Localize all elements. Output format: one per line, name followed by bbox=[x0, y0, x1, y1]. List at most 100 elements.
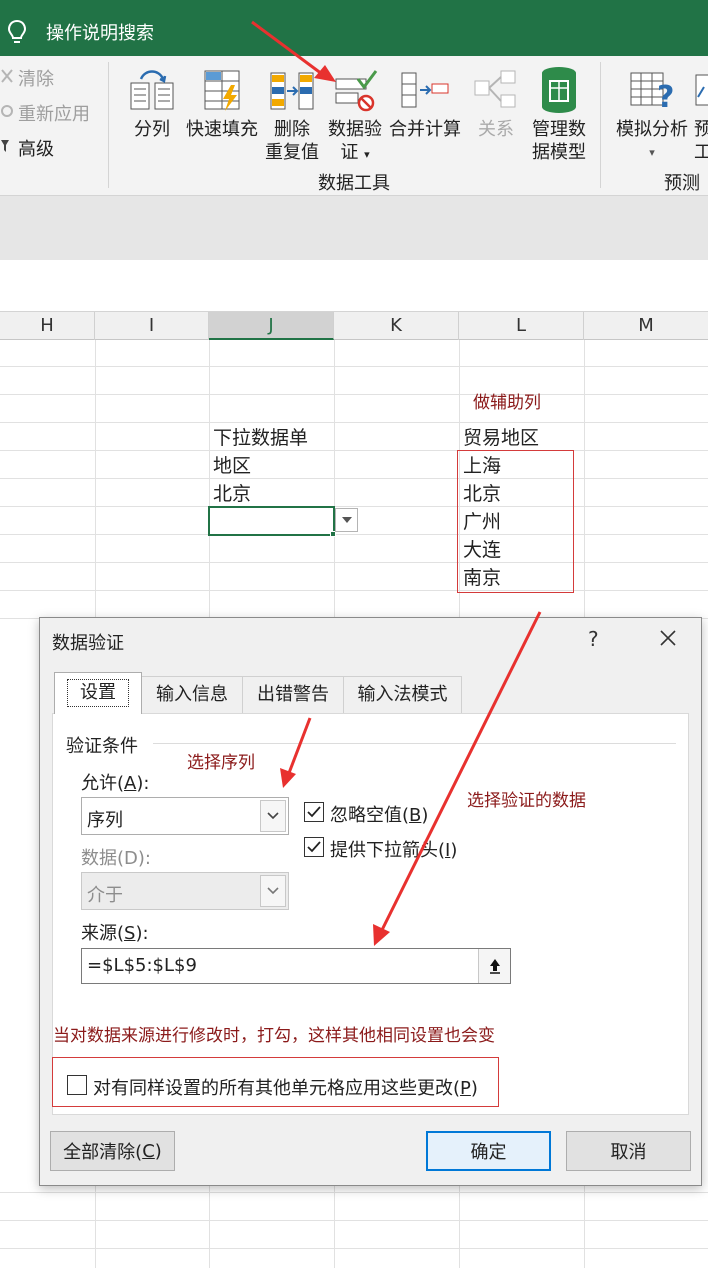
tab-ime-mode[interactable]: 输入法模式 bbox=[343, 676, 462, 714]
checkmark-icon bbox=[307, 806, 321, 818]
data-operator-label: 数据(D): bbox=[81, 848, 151, 869]
grid-line bbox=[0, 1220, 708, 1221]
grid-line bbox=[0, 562, 708, 563]
collapse-dialog-button[interactable] bbox=[478, 949, 510, 983]
flash-fill-button[interactable]: 快速填充 bbox=[184, 62, 260, 141]
manage-data-model-button[interactable]: 管理数 据模型 bbox=[528, 62, 590, 164]
ribbon: 清除 重新应用 高级 分列 快速填充 删除 重复值 数据验 证 ▾ 合并计算 关… bbox=[0, 56, 708, 196]
what-if-analysis-label: 模拟分析 bbox=[616, 119, 688, 140]
active-cell[interactable] bbox=[208, 506, 335, 536]
column-header-j[interactable]: J bbox=[209, 312, 334, 340]
chevron-down-icon bbox=[260, 800, 286, 832]
column-header-h[interactable]: H bbox=[0, 312, 95, 340]
reapply-label: 重新应用 bbox=[18, 104, 90, 125]
allow-select-value: 序列 bbox=[87, 810, 123, 831]
ignore-blank-label[interactable]: 忽略空值(B) bbox=[330, 801, 428, 827]
data-tools-group-label: 数据工具 bbox=[318, 173, 390, 194]
advanced-filter-label: 高级 bbox=[18, 139, 54, 160]
validation-criteria-title: 验证条件 bbox=[66, 736, 138, 757]
what-if-analysis-icon: ? bbox=[612, 62, 692, 118]
cancel-button[interactable]: 取消 bbox=[566, 1131, 691, 1171]
cell-j-region[interactable]: 地区 bbox=[213, 452, 251, 480]
help-button[interactable]: ? bbox=[588, 627, 599, 651]
close-icon bbox=[660, 630, 676, 646]
data-operator-select[interactable]: 介于 bbox=[81, 872, 289, 910]
grid-line bbox=[0, 590, 708, 591]
source-input-value: =$L$5:$L$9 bbox=[87, 955, 197, 976]
collapse-dialog-icon bbox=[489, 959, 500, 974]
tell-me-search[interactable]: 操作说明搜索 bbox=[46, 19, 154, 45]
grid-line bbox=[0, 506, 708, 507]
lightbulb-icon bbox=[6, 19, 28, 49]
clear-all-button[interactable]: 全部清除(C) bbox=[50, 1131, 175, 1171]
source-input[interactable]: =$L$5:$L$9 bbox=[81, 948, 511, 984]
ignore-blank-checkbox[interactable] bbox=[304, 802, 324, 822]
grid-line bbox=[0, 1248, 708, 1249]
consolidate-icon bbox=[386, 62, 464, 118]
advanced-filter-button[interactable]: 高级 bbox=[0, 135, 54, 161]
text-to-columns-label: 分列 bbox=[134, 119, 170, 140]
forecast-sheet-label-1: 预 bbox=[694, 119, 708, 140]
remove-duplicates-button[interactable]: 删除 重复值 bbox=[262, 62, 322, 164]
apply-to-all-checkbox[interactable] bbox=[67, 1075, 87, 1095]
cell-dropdown-button[interactable] bbox=[335, 508, 358, 532]
clear-filter-label: 清除 bbox=[18, 69, 54, 90]
apply-to-all-label[interactable]: 对有同样设置的所有其他单元格应用这些更改(P) bbox=[93, 1074, 478, 1100]
cell-j-dropdown-header[interactable]: 下拉数据单 bbox=[213, 424, 308, 452]
manage-data-model-icon bbox=[528, 62, 590, 118]
relationships-label: 关系 bbox=[478, 119, 514, 140]
tab-error-alert[interactable]: 出错警告 bbox=[242, 676, 344, 714]
data-operator-value: 介于 bbox=[87, 885, 123, 906]
data-validation-label-2: 证 ▾ bbox=[340, 142, 370, 163]
flash-fill-label: 快速填充 bbox=[186, 119, 258, 140]
forecast-sheet-icon bbox=[694, 62, 708, 118]
annotation-select-validation-data: 选择验证的数据 bbox=[467, 791, 586, 811]
relationships-button[interactable]: 关系 bbox=[470, 62, 522, 141]
data-validation-icon bbox=[324, 62, 386, 118]
advanced-filter-icon bbox=[0, 137, 14, 160]
column-header-m[interactable]: M bbox=[584, 312, 708, 340]
clear-filter-button[interactable]: 清除 bbox=[0, 65, 54, 91]
highlight-box bbox=[457, 450, 574, 593]
text-to-columns-button[interactable]: 分列 bbox=[124, 62, 180, 141]
ribbon-separator bbox=[600, 62, 601, 188]
column-header-k[interactable]: K bbox=[334, 312, 459, 340]
allow-label: 允许(A): bbox=[81, 773, 150, 794]
data-validation-button[interactable]: 数据验 证 ▾ bbox=[324, 62, 386, 166]
tab-settings-label: 设置 bbox=[67, 679, 129, 707]
flash-fill-icon bbox=[184, 62, 260, 118]
tab-input-message[interactable]: 输入信息 bbox=[141, 676, 243, 714]
column-headers: H I J K L M bbox=[0, 312, 708, 340]
reapply-icon bbox=[0, 102, 14, 125]
column-header-i[interactable]: I bbox=[95, 312, 209, 340]
tab-settings[interactable]: 设置 bbox=[54, 672, 142, 714]
source-label: 来源(S): bbox=[81, 923, 149, 944]
grid-line bbox=[0, 534, 708, 535]
annotation-apply-note: 当对数据来源进行修改时，打勾，这样其他相同设置也会变 bbox=[53, 1026, 495, 1046]
formula-bar[interactable] bbox=[0, 260, 708, 312]
ribbon-separator bbox=[108, 62, 109, 188]
cell-j-beijing[interactable]: 北京 bbox=[213, 480, 251, 508]
forecast-sheet-label-2: 工 bbox=[694, 142, 708, 163]
remove-duplicates-label-2: 重复值 bbox=[265, 142, 319, 163]
grid-line bbox=[0, 478, 708, 479]
column-header-l[interactable]: L bbox=[459, 312, 584, 340]
in-cell-dropdown-checkbox[interactable] bbox=[304, 837, 324, 857]
consolidate-button[interactable]: 合并计算 bbox=[386, 62, 464, 141]
allow-select[interactable]: 序列 bbox=[81, 797, 289, 835]
remove-duplicates-label-1: 删除 bbox=[274, 119, 310, 140]
consolidate-label: 合并计算 bbox=[389, 119, 461, 140]
grid-line bbox=[0, 366, 708, 367]
clear-filter-icon bbox=[0, 67, 14, 90]
ok-button[interactable]: 确定 bbox=[426, 1131, 551, 1171]
close-button[interactable] bbox=[654, 624, 682, 652]
forecast-sheet-button[interactable]: 预 工 bbox=[694, 62, 708, 164]
text-to-columns-icon bbox=[124, 62, 180, 118]
cell-l-trade-region[interactable]: 贸易地区 bbox=[463, 424, 539, 452]
data-validation-dialog: 数据验证 ? 设置 输入信息 出错警告 输入法模式 验证条件 允许(A): 选择… bbox=[39, 617, 702, 1186]
in-cell-dropdown-label[interactable]: 提供下拉箭头(I) bbox=[330, 836, 457, 862]
grid-line bbox=[0, 1192, 708, 1193]
reapply-filter-button[interactable]: 重新应用 bbox=[0, 100, 90, 126]
grid-line bbox=[0, 422, 708, 423]
what-if-analysis-button[interactable]: ? 模拟分析 ▾ bbox=[612, 62, 692, 164]
